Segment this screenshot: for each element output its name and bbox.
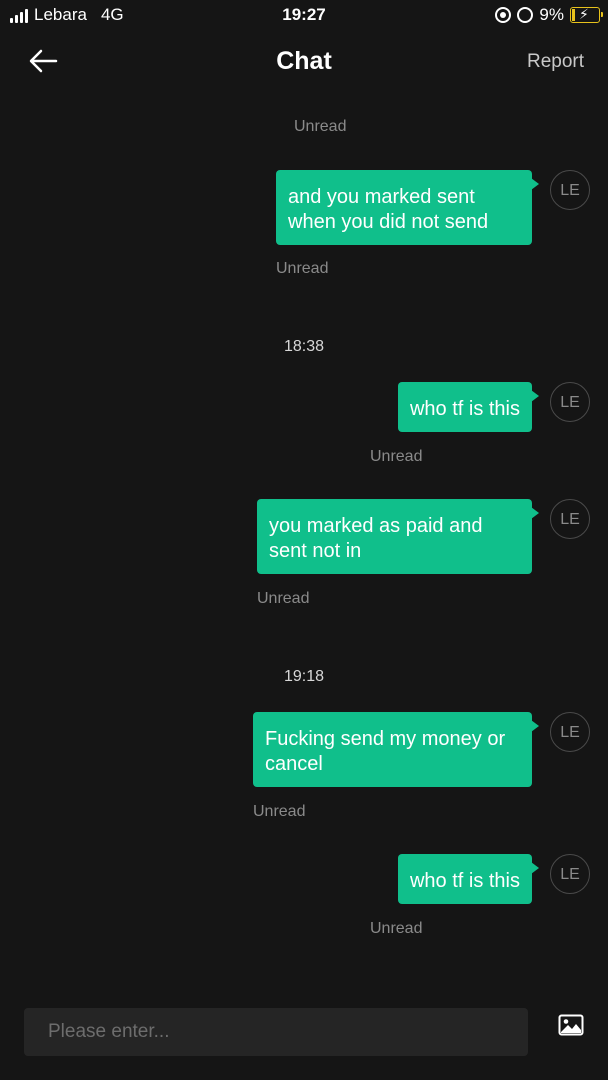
battery-percent: 9% bbox=[539, 5, 564, 24]
message-row: you marked as paid and sent not in LE bbox=[30, 499, 590, 583]
message-row: Fucking send my money or cancel LE bbox=[30, 712, 590, 796]
page-title: Chat bbox=[276, 47, 332, 75]
message-bubble[interactable]: who tf is this bbox=[397, 854, 540, 904]
read-status: Unread bbox=[257, 590, 310, 607]
message-bubble[interactable]: and you marked sent when you did not sen… bbox=[276, 170, 539, 245]
attach-image-button[interactable] bbox=[558, 1014, 584, 1036]
message-row: who tf is this LE bbox=[30, 382, 590, 440]
message-list[interactable]: LE Unread and you marked sent when you d… bbox=[0, 92, 608, 992]
read-status: Unread bbox=[253, 803, 306, 820]
status-bar: Lebara 4G 19:27 9% ⚡ bbox=[0, 0, 608, 32]
report-button[interactable]: Report bbox=[527, 51, 584, 73]
message-bubble[interactable]: who tf is this bbox=[397, 382, 540, 432]
orientation-lock-icon bbox=[495, 7, 512, 23]
status-right: 9% ⚡ bbox=[495, 5, 603, 25]
avatar[interactable]: LE bbox=[550, 854, 590, 894]
read-status: Unread bbox=[294, 118, 347, 135]
message-row: LE bbox=[30, 92, 590, 112]
alarm-icon bbox=[517, 7, 534, 23]
battery-charging-icon: ⚡ bbox=[570, 6, 603, 23]
message-input[interactable] bbox=[24, 1008, 528, 1056]
image-icon bbox=[558, 1014, 584, 1036]
read-status: Unread bbox=[370, 448, 423, 465]
avatar[interactable]: LE bbox=[550, 382, 590, 422]
read-status: Unread bbox=[370, 920, 423, 937]
time-separator: 19:18 bbox=[283, 668, 325, 685]
time-separator: 18:38 bbox=[283, 338, 325, 355]
message-bubble[interactable]: Fucking send my money or cancel bbox=[253, 712, 539, 787]
message-bubble[interactable]: you marked as paid and sent not in bbox=[257, 499, 539, 574]
read-status: Unread bbox=[276, 260, 329, 277]
avatar[interactable]: LE bbox=[550, 712, 590, 752]
message-row: who tf is this LE bbox=[30, 854, 590, 912]
avatar[interactable]: LE bbox=[550, 170, 590, 210]
composer-bar bbox=[0, 992, 608, 1080]
avatar[interactable]: LE bbox=[550, 499, 590, 539]
message-row: and you marked sent when you did not sen… bbox=[30, 170, 590, 254]
chat-header: Chat Report bbox=[0, 32, 608, 92]
